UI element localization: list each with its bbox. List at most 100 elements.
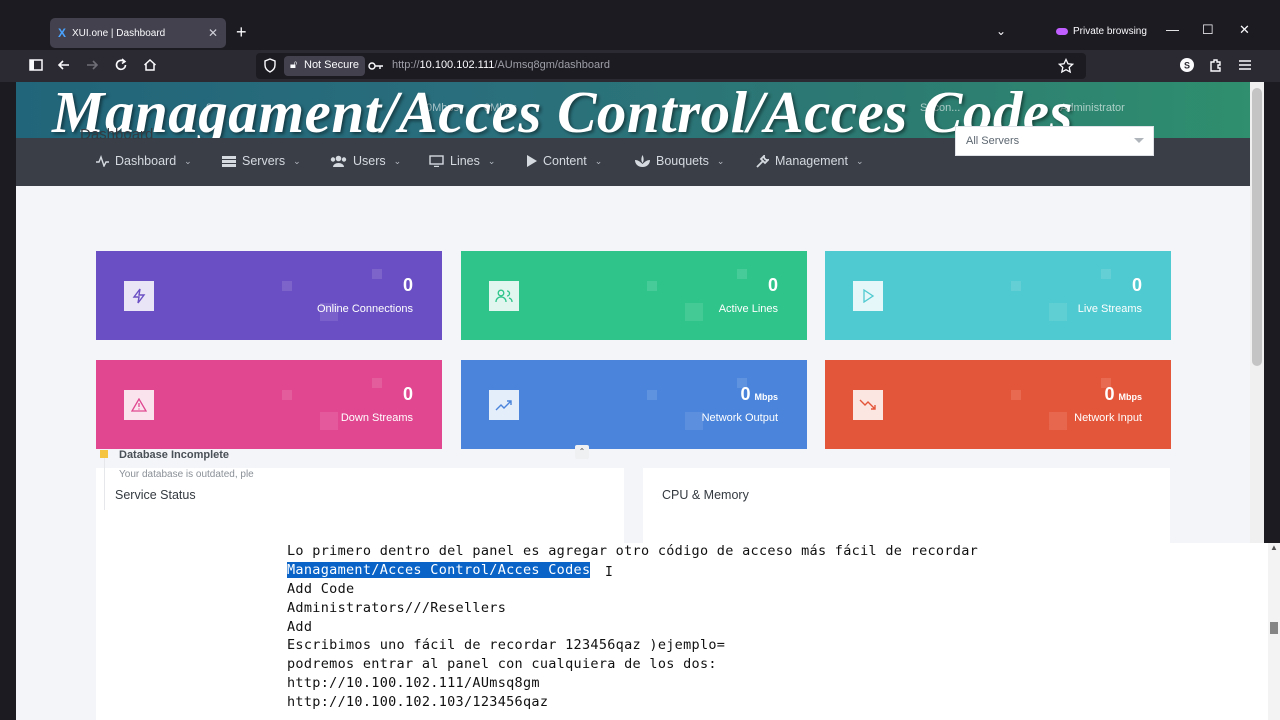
shield-icon[interactable] (263, 58, 277, 74)
xui-favicon-icon: X (58, 26, 67, 40)
wrench-icon (756, 154, 769, 168)
notepad-scrollbar[interactable]: ▲ (1268, 543, 1280, 720)
nav-item-label: Management (775, 154, 848, 168)
chevron-down-icon: ⌄ (293, 155, 301, 166)
stat-card-network-input[interactable]: 0 Mbps Network Input (825, 360, 1171, 449)
cpu-memory-title: CPU & Memory (662, 488, 749, 502)
private-browsing-indicator: Private browsing (1056, 26, 1147, 37)
home-icon[interactable] (142, 57, 158, 73)
browser-tab[interactable]: X XUI.one | Dashboard ✕ (50, 18, 226, 48)
account-icon[interactable]: S (1179, 57, 1195, 73)
page-scrollbar-thumb[interactable] (1252, 88, 1262, 366)
stat-label: Network Output (701, 412, 778, 424)
chevron-down-icon: ⌄ (393, 155, 402, 166)
users-icon (489, 281, 519, 311)
stat-card-down-streams[interactable]: 0 Down Streams (96, 360, 442, 449)
nav-item-servers[interactable]: Servers ⌄ (222, 154, 301, 168)
nav-item-label: Users (353, 154, 386, 168)
stat-label: Online Connections (316, 303, 413, 315)
back-icon[interactable] (56, 57, 72, 73)
trend-down-icon (853, 390, 883, 420)
notepad-scrollbar-thumb[interactable] (1270, 622, 1278, 634)
reload-icon[interactable] (113, 57, 129, 73)
text-cursor-icon: I (605, 565, 613, 580)
private-browsing-label: Private browsing (1073, 26, 1147, 37)
url-path: /AUmsq8gm/dashboard (494, 59, 610, 71)
pulse-icon (96, 155, 109, 167)
stat-card-active-lines[interactable]: 0 Active Lines (461, 251, 807, 340)
server-filter-select[interactable]: All Servers (955, 126, 1154, 156)
monitor-icon (429, 155, 444, 167)
notepad-line: Add (287, 619, 313, 635)
status-warning-dot (100, 450, 108, 458)
chevron-down-icon: ⌄ (855, 155, 864, 166)
chevron-down-icon: ⌄ (487, 155, 496, 166)
tab-title: XUI.one | Dashboard (72, 27, 166, 39)
service-status-title: Service Status (115, 488, 196, 502)
stat-label: Network Input (1074, 412, 1142, 424)
address-bar[interactable]: 🔓︎ Not Secure http://10.100.102.111/AUms… (256, 53, 1086, 79)
key-icon[interactable] (368, 59, 384, 73)
nav-item-bouquets[interactable]: Bouquets ⌄ (635, 154, 724, 168)
play-icon (527, 155, 537, 167)
stat-value: 0 (402, 384, 413, 404)
caret-down-icon (1134, 138, 1144, 143)
timeline-line (104, 450, 105, 510)
status-item-title: Database Incomplete (119, 449, 230, 461)
chevron-down-icon: ⌄ (184, 155, 192, 166)
url-prefix: http:// (392, 59, 420, 71)
nav-item-management[interactable]: Management ⌄ (756, 154, 864, 168)
stat-card-network-output[interactable]: 0 Mbps Network Output (461, 360, 807, 449)
play-icon (853, 281, 883, 311)
new-tab-button[interactable]: + (236, 22, 247, 42)
bolt-icon (124, 281, 154, 311)
nav-item-label: Dashboard (115, 154, 177, 168)
collapse-chevron-icon[interactable]: ⌃ (575, 445, 589, 459)
nav-item-lines[interactable]: Lines ⌄ (429, 154, 495, 168)
url-text[interactable]: http://10.100.102.111/AUmsq8gm/dashboard (392, 59, 610, 71)
chevron-down-icon: ⌄ (594, 155, 603, 166)
stat-value: 0 (402, 275, 413, 295)
warning-icon (124, 390, 154, 420)
page-title: Dashboard (80, 126, 154, 143)
maximize-button[interactable]: ☐ (1202, 22, 1214, 38)
svg-text:S: S (1184, 61, 1190, 71)
notepad-line: Administrators///Resellers (287, 600, 507, 616)
stat-value: 0 Mbps (740, 384, 778, 404)
nav-item-content[interactable]: Content ⌄ (526, 154, 602, 168)
extensions-icon[interactable] (1208, 57, 1224, 73)
nav-item-label: Servers (242, 154, 286, 168)
stat-value: 0 (1131, 275, 1142, 295)
flower-icon (635, 155, 650, 167)
stat-card-online-connections[interactable]: 0 Online Connections (96, 251, 442, 340)
star-icon[interactable] (1058, 58, 1074, 74)
minimize-button[interactable]: — (1166, 22, 1179, 37)
notepad-line: Lo primero dentro del panel es agregar o… (287, 543, 979, 559)
scroll-up-icon[interactable]: ▲ (1270, 543, 1278, 552)
nav-item-label: Content (543, 154, 587, 168)
tab-list-chevron-icon[interactable]: ⌄ (996, 24, 1006, 38)
nav-item-users[interactable]: Users ⌄ (330, 154, 401, 168)
sidebar-icon[interactable] (28, 57, 44, 73)
stat-card-live-streams[interactable]: 0 Live Streams (825, 251, 1171, 340)
chevron-down-icon: ⌄ (716, 155, 725, 166)
stat-label: Down Streams (340, 412, 413, 424)
menu-icon[interactable] (1237, 57, 1253, 73)
notepad-line-selected: Managament/Acces Control/Acces Codes (287, 562, 591, 578)
tab-close-icon[interactable]: ✕ (208, 26, 218, 40)
nav-item-label: Lines (450, 154, 480, 168)
users-icon (330, 155, 347, 167)
notepad-line: Add Code (287, 581, 355, 597)
stat-value: 0 (767, 275, 778, 295)
trend-up-icon (489, 390, 519, 420)
not-secure-badge[interactable]: 🔓︎ Not Secure (284, 56, 366, 76)
browser-tab-bar: X XUI.one | Dashboard ✕ + ⌄ Private brow… (0, 0, 1280, 50)
window-close-button[interactable]: ✕ (1239, 22, 1250, 38)
stat-label: Active Lines (718, 303, 778, 315)
notepad-line: Escribimos uno fácil de recordar 123456q… (287, 637, 726, 653)
forward-icon[interactable] (84, 57, 100, 73)
stat-label: Live Streams (1077, 303, 1142, 315)
server-icon (222, 156, 236, 167)
status-item-text: Your database is outdated, ple (119, 469, 254, 480)
nav-item-dashboard[interactable]: Dashboard ⌄ (96, 154, 192, 168)
